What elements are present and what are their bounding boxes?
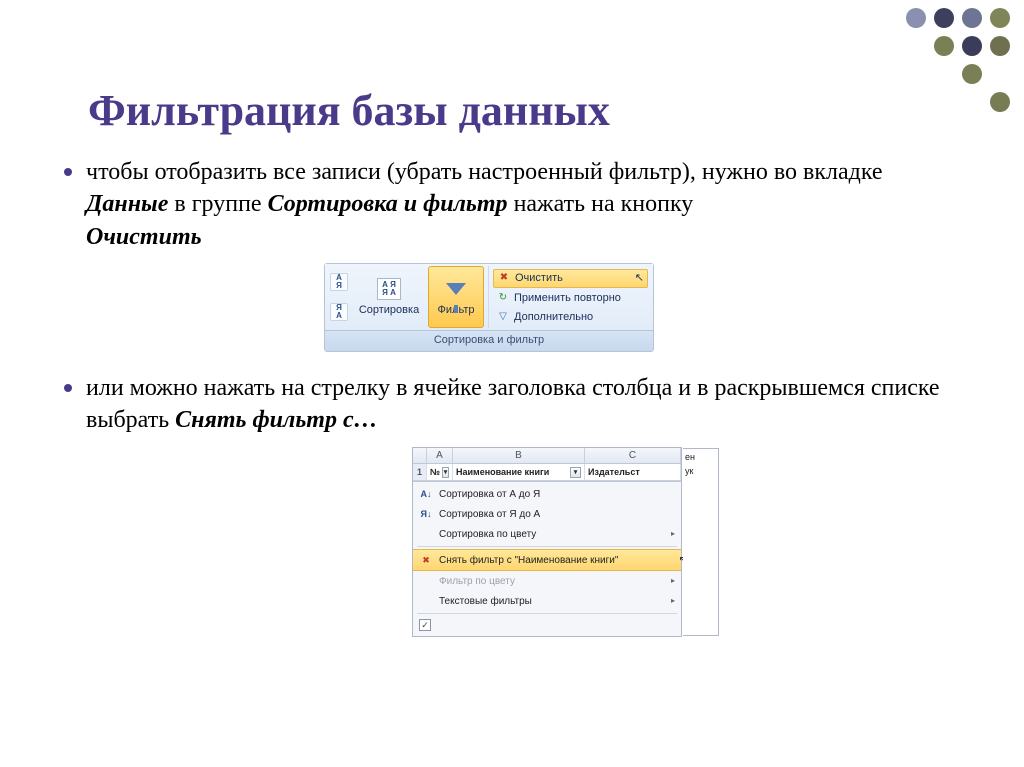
- bullet1-bold-3: Очистить: [86, 224, 202, 250]
- menu-separator: [417, 613, 677, 614]
- spreadsheet-fragment: A B C 1 № ▾ Наименование книги ▾ Издател…: [413, 448, 681, 637]
- menu-sort-color[interactable]: Сортировка по цвету ▸: [413, 524, 681, 544]
- sort-button[interactable]: А ЯЯ А Сортировка: [354, 266, 424, 328]
- sort-asc-mini[interactable]: АЯ: [330, 273, 348, 291]
- row-header-1: 1: [413, 464, 427, 480]
- reapply-icon: ↻: [496, 291, 510, 305]
- header-cell-publisher: Издательст: [585, 464, 681, 480]
- chevron-right-icon: ▸: [671, 529, 675, 540]
- funnel-icon: [444, 277, 468, 301]
- bullet2-bold-1: Снять фильтр с…: [175, 407, 377, 433]
- bullet-marker: [64, 168, 72, 176]
- bullet1-text-3: нажать на кнопку: [508, 191, 694, 217]
- reapply-button[interactable]: ↻ Применить повторно: [493, 290, 648, 307]
- ribbon-group-caption: Сортировка и фильтр: [325, 330, 653, 351]
- advanced-label: Дополнительно: [514, 310, 593, 325]
- decorative-dots: [906, 8, 1014, 144]
- filter-color-icon: [419, 574, 433, 588]
- clear-filter-icon: ✖: [419, 553, 433, 567]
- ribbon-sort-filter-group: АЯ ЯА А ЯЯ А Сортировка Фильтр ✖ Очистит…: [324, 263, 654, 352]
- filter-dropdown-a[interactable]: ▾: [442, 467, 449, 478]
- menu-text-filters[interactable]: Текстовые фильтры ▸: [413, 591, 681, 611]
- menu-check-item[interactable]: ✓: [413, 616, 681, 634]
- col-header-b: B: [453, 448, 585, 464]
- filter-dropdown-menu: А↓ Сортировка от А до Я Я↓ Сортировка от…: [413, 481, 681, 636]
- col-header-c: C: [585, 448, 681, 464]
- filter-button[interactable]: Фильтр: [428, 266, 484, 328]
- filter-dropdown-b[interactable]: ▾: [570, 467, 581, 478]
- header-cell-no: № ▾: [427, 464, 453, 480]
- bullet-2: или можно нажать на стрелку в ячейке заг…: [64, 372, 964, 437]
- menu-clear-filter[interactable]: ✖ Снять фильтр с "Наименование книги" ↖: [413, 549, 681, 571]
- checkbox-icon[interactable]: ✓: [419, 619, 431, 631]
- cursor-icon: ↖: [635, 271, 644, 286]
- sort-az-icon: А↓: [419, 487, 433, 501]
- clear-icon: ✖: [497, 271, 511, 285]
- sort-button-label: Сортировка: [359, 303, 419, 318]
- menu-sort-az[interactable]: А↓ Сортировка от А до Я: [413, 484, 681, 504]
- menu-filter-color: Фильтр по цвету ▸: [413, 571, 681, 591]
- text-filters-icon: [419, 594, 433, 608]
- menu-separator: [417, 546, 677, 547]
- advanced-icon: ▽: [496, 310, 510, 324]
- sort-mini-buttons: АЯ ЯА: [328, 266, 350, 328]
- sort-za-icon: Я↓: [419, 507, 433, 521]
- menu-sort-za[interactable]: Я↓ Сортировка от Я до А: [413, 504, 681, 524]
- slide-title: Фильтрация базы данных: [0, 0, 1024, 146]
- clear-filter-label: Очистить: [515, 271, 563, 286]
- reapply-label: Применить повторно: [514, 291, 621, 306]
- advanced-button[interactable]: ▽ Дополнительно: [493, 309, 648, 326]
- header-cell-name: Наименование книги ▾: [453, 464, 585, 480]
- clear-filter-button[interactable]: ✖ Очистить ↖: [493, 269, 648, 288]
- col-header-row: [413, 448, 427, 464]
- bullet-marker: [64, 384, 72, 392]
- sort-desc-mini[interactable]: ЯА: [330, 303, 348, 321]
- bullet1-bold-2: Сортировка и фильтр: [268, 191, 508, 217]
- bullet-1: чтобы отобразить все записи (убрать наст…: [64, 156, 964, 253]
- bullet1-bold-1: Данные: [86, 191, 168, 217]
- sort-color-icon: [419, 527, 433, 541]
- bullet1-text-2: в группе: [168, 191, 267, 217]
- bullet1-text-1: чтобы отобразить все записи (убрать наст…: [86, 159, 883, 185]
- chevron-right-icon: ▸: [671, 576, 675, 587]
- chevron-right-icon: ▸: [671, 596, 675, 607]
- sheet-side-fragment: ен ук: [683, 448, 719, 637]
- col-header-a: A: [427, 448, 453, 464]
